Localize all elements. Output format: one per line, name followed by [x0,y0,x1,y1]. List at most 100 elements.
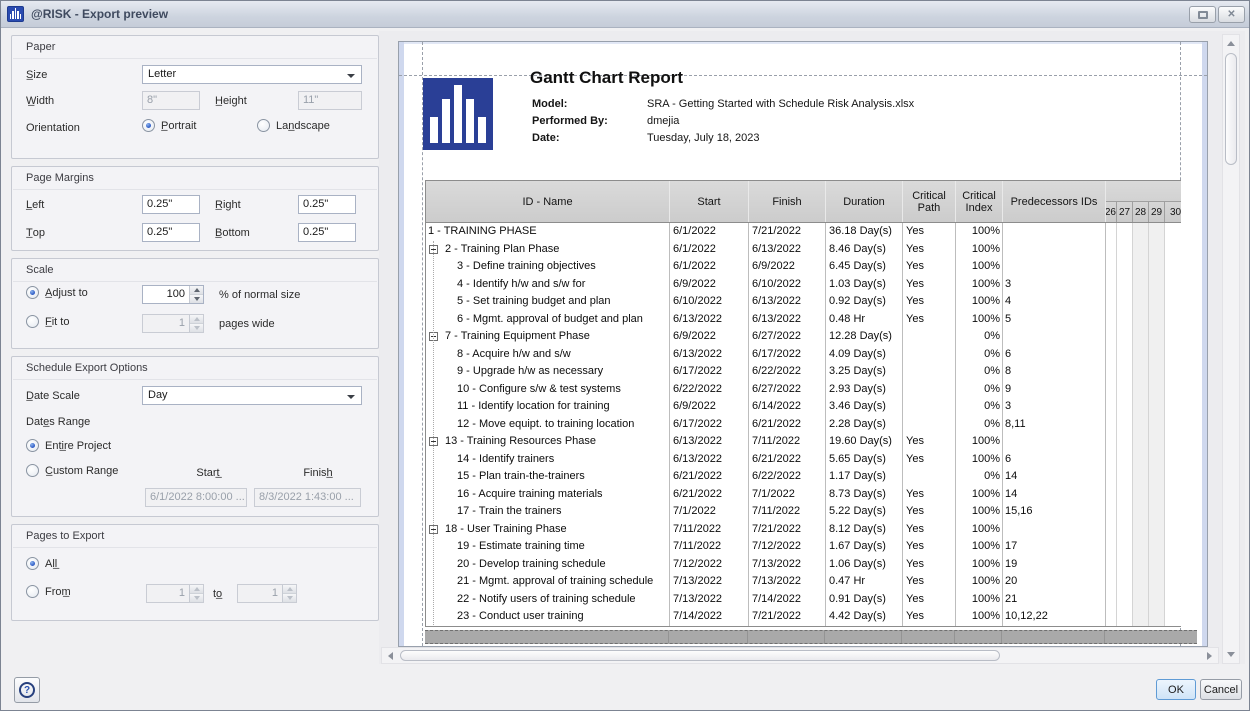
stepper-up-button[interactable] [190,585,203,594]
cell-c-ci: 100% [956,573,1003,591]
cell-c-cp: Yes [903,433,956,451]
cell-c-pred: 20 [1003,573,1106,591]
timeline-cell [1148,363,1164,381]
divider [13,281,377,282]
timeline-cell [1164,398,1181,416]
custom-range-radio[interactable]: C̲ustom Range [26,464,118,477]
range-start-label: Start̲ [172,467,244,479]
fit-to-radio-label: F̲it to [45,316,69,328]
range-start-field[interactable]: 6/1/2022 8:00:00 ... [145,488,247,507]
to-page-stepper[interactable]: 1 [237,584,297,603]
cell-c-pred: 4 [1003,293,1106,311]
paper-size-select[interactable]: Letter [142,65,362,84]
cancel-button[interactable]: Cancel [1200,679,1242,700]
timeline-cell [1148,486,1164,504]
scroll-down-button[interactable] [1223,646,1239,663]
timeline-cell [1106,521,1116,539]
bottom-margin-field[interactable]: 0.25" [298,223,356,242]
scroll-left-button[interactable] [382,648,399,663]
timeline-cell [1164,451,1181,469]
to-label: to̲ [213,588,222,600]
task-name: 9 - Upgrade h/w as necessary [426,363,669,381]
stepper-down-button[interactable] [190,594,203,602]
close-button[interactable]: ✕ [1218,6,1245,23]
from-pages-radio[interactable]: From̲ [26,585,71,598]
cell-c-finish: 7/11/2022 [749,433,826,451]
arrow-down-icon [194,297,200,301]
cell-c-start: 6/13/2022 [670,451,749,469]
adjust-to-radio[interactable]: A̲djust to [26,286,88,299]
timeline-cell [1148,258,1164,276]
cell-c-cp: Yes [903,521,956,539]
vertical-scrollbar-thumb[interactable] [1225,53,1237,165]
table-row: 12 - Move equipt. to training location6/… [426,416,1181,434]
stepper-down-button[interactable] [190,324,203,332]
cell-c-dur: 3.46 Day(s) [826,398,903,416]
timeline-cell [1132,468,1148,486]
cell-c-cp [903,363,956,381]
timeline-cell [1106,591,1116,609]
stepper-up-button[interactable] [283,585,296,594]
timeline-cell [1106,451,1116,469]
timeline-cell [1116,346,1132,364]
left-margin-field[interactable]: 0.25" [142,195,200,214]
task-name: 20 - Develop training schedule [426,556,669,574]
cell-c-start: 6/17/2022 [670,363,749,381]
maximize-button[interactable] [1189,6,1216,23]
timeline-cell [1148,521,1164,539]
top-margin-field[interactable]: 0.25" [142,223,200,242]
cell-c-finish: 6/14/2022 [749,398,826,416]
cell-name: 5 - Set training budget and plan [426,293,670,311]
portrait-radio[interactable]: P̲ortrait [142,119,196,132]
table-row: 9 - Upgrade h/w as necessary6/17/20226/2… [426,363,1181,381]
width-field[interactable]: 8" [142,91,200,110]
portrait-radio-label: P̲ortrait [161,120,196,132]
cell-c-dur: 8.73 Day(s) [826,486,903,504]
horizontal-scrollbar-thumb[interactable] [400,650,1000,661]
fit-pages-stepper[interactable]: 1 [142,314,204,333]
height-field[interactable]: 11" [298,91,362,110]
timeline-cell [1116,503,1132,521]
stepper-down-button[interactable] [283,594,296,602]
fit-to-radio[interactable]: F̲it to [26,315,69,328]
table-row: 21 - Mgmt. approval of training schedule… [426,573,1181,591]
entire-project-radio[interactable]: Enti̲re Project [26,439,111,452]
cell-c-ci: 100% [956,538,1003,556]
stepper-down-button[interactable] [190,295,203,303]
landscape-radio[interactable]: Lan̲dscape [257,119,330,132]
titlebar[interactable]: @RISK - Export preview ✕ [1,1,1249,28]
from-page-stepper[interactable]: 1 [146,584,204,603]
cell-c-dur: 36.18 Day(s) [826,223,903,241]
cell-timeline [1106,573,1181,591]
gantt-table: ID - Name Start Finish Duration Critical… [425,180,1181,627]
table-row: 17 - Train the trainers7/1/20227/11/2022… [426,503,1181,521]
cell-c-start: 6/1/2022 [670,241,749,259]
scroll-right-button[interactable] [1201,648,1218,663]
vertical-scrollbar[interactable] [1222,34,1240,664]
cell-c-ci: 0% [956,363,1003,381]
right-margin-field[interactable]: 0.25" [298,195,356,214]
stepper-up-button[interactable] [190,286,203,295]
arrow-up-icon [287,587,293,591]
arrow-up-icon [1227,41,1235,46]
ok-button[interactable]: OK [1156,679,1196,700]
stepper-up-button[interactable] [190,315,203,324]
all-pages-radio[interactable]: All̲ [26,557,57,570]
task-name: 11 - Identify location for training [426,398,669,416]
task-name: 23 - Conduct user training [426,608,669,626]
table-row: 20 - Develop training schedule7/12/20227… [426,556,1181,574]
range-finish-field[interactable]: 8/3/2022 1:43:00 ... [254,488,361,507]
radio-icon [26,464,39,477]
adjust-percent-stepper[interactable]: 100 [142,285,204,304]
timeline-cell [1116,468,1132,486]
timeline-cell [1106,241,1116,259]
band-cell [1105,631,1197,643]
date-scale-select[interactable]: Day [142,386,362,405]
scroll-up-button[interactable] [1223,35,1239,52]
all-pages-radio-label: All̲ [45,558,57,570]
cell-c-start: 6/1/2022 [670,223,749,241]
help-button[interactable]: ? [14,677,40,703]
timeline-cell [1106,276,1116,294]
horizontal-scrollbar[interactable] [381,647,1219,664]
tree-guide-line [433,241,434,625]
